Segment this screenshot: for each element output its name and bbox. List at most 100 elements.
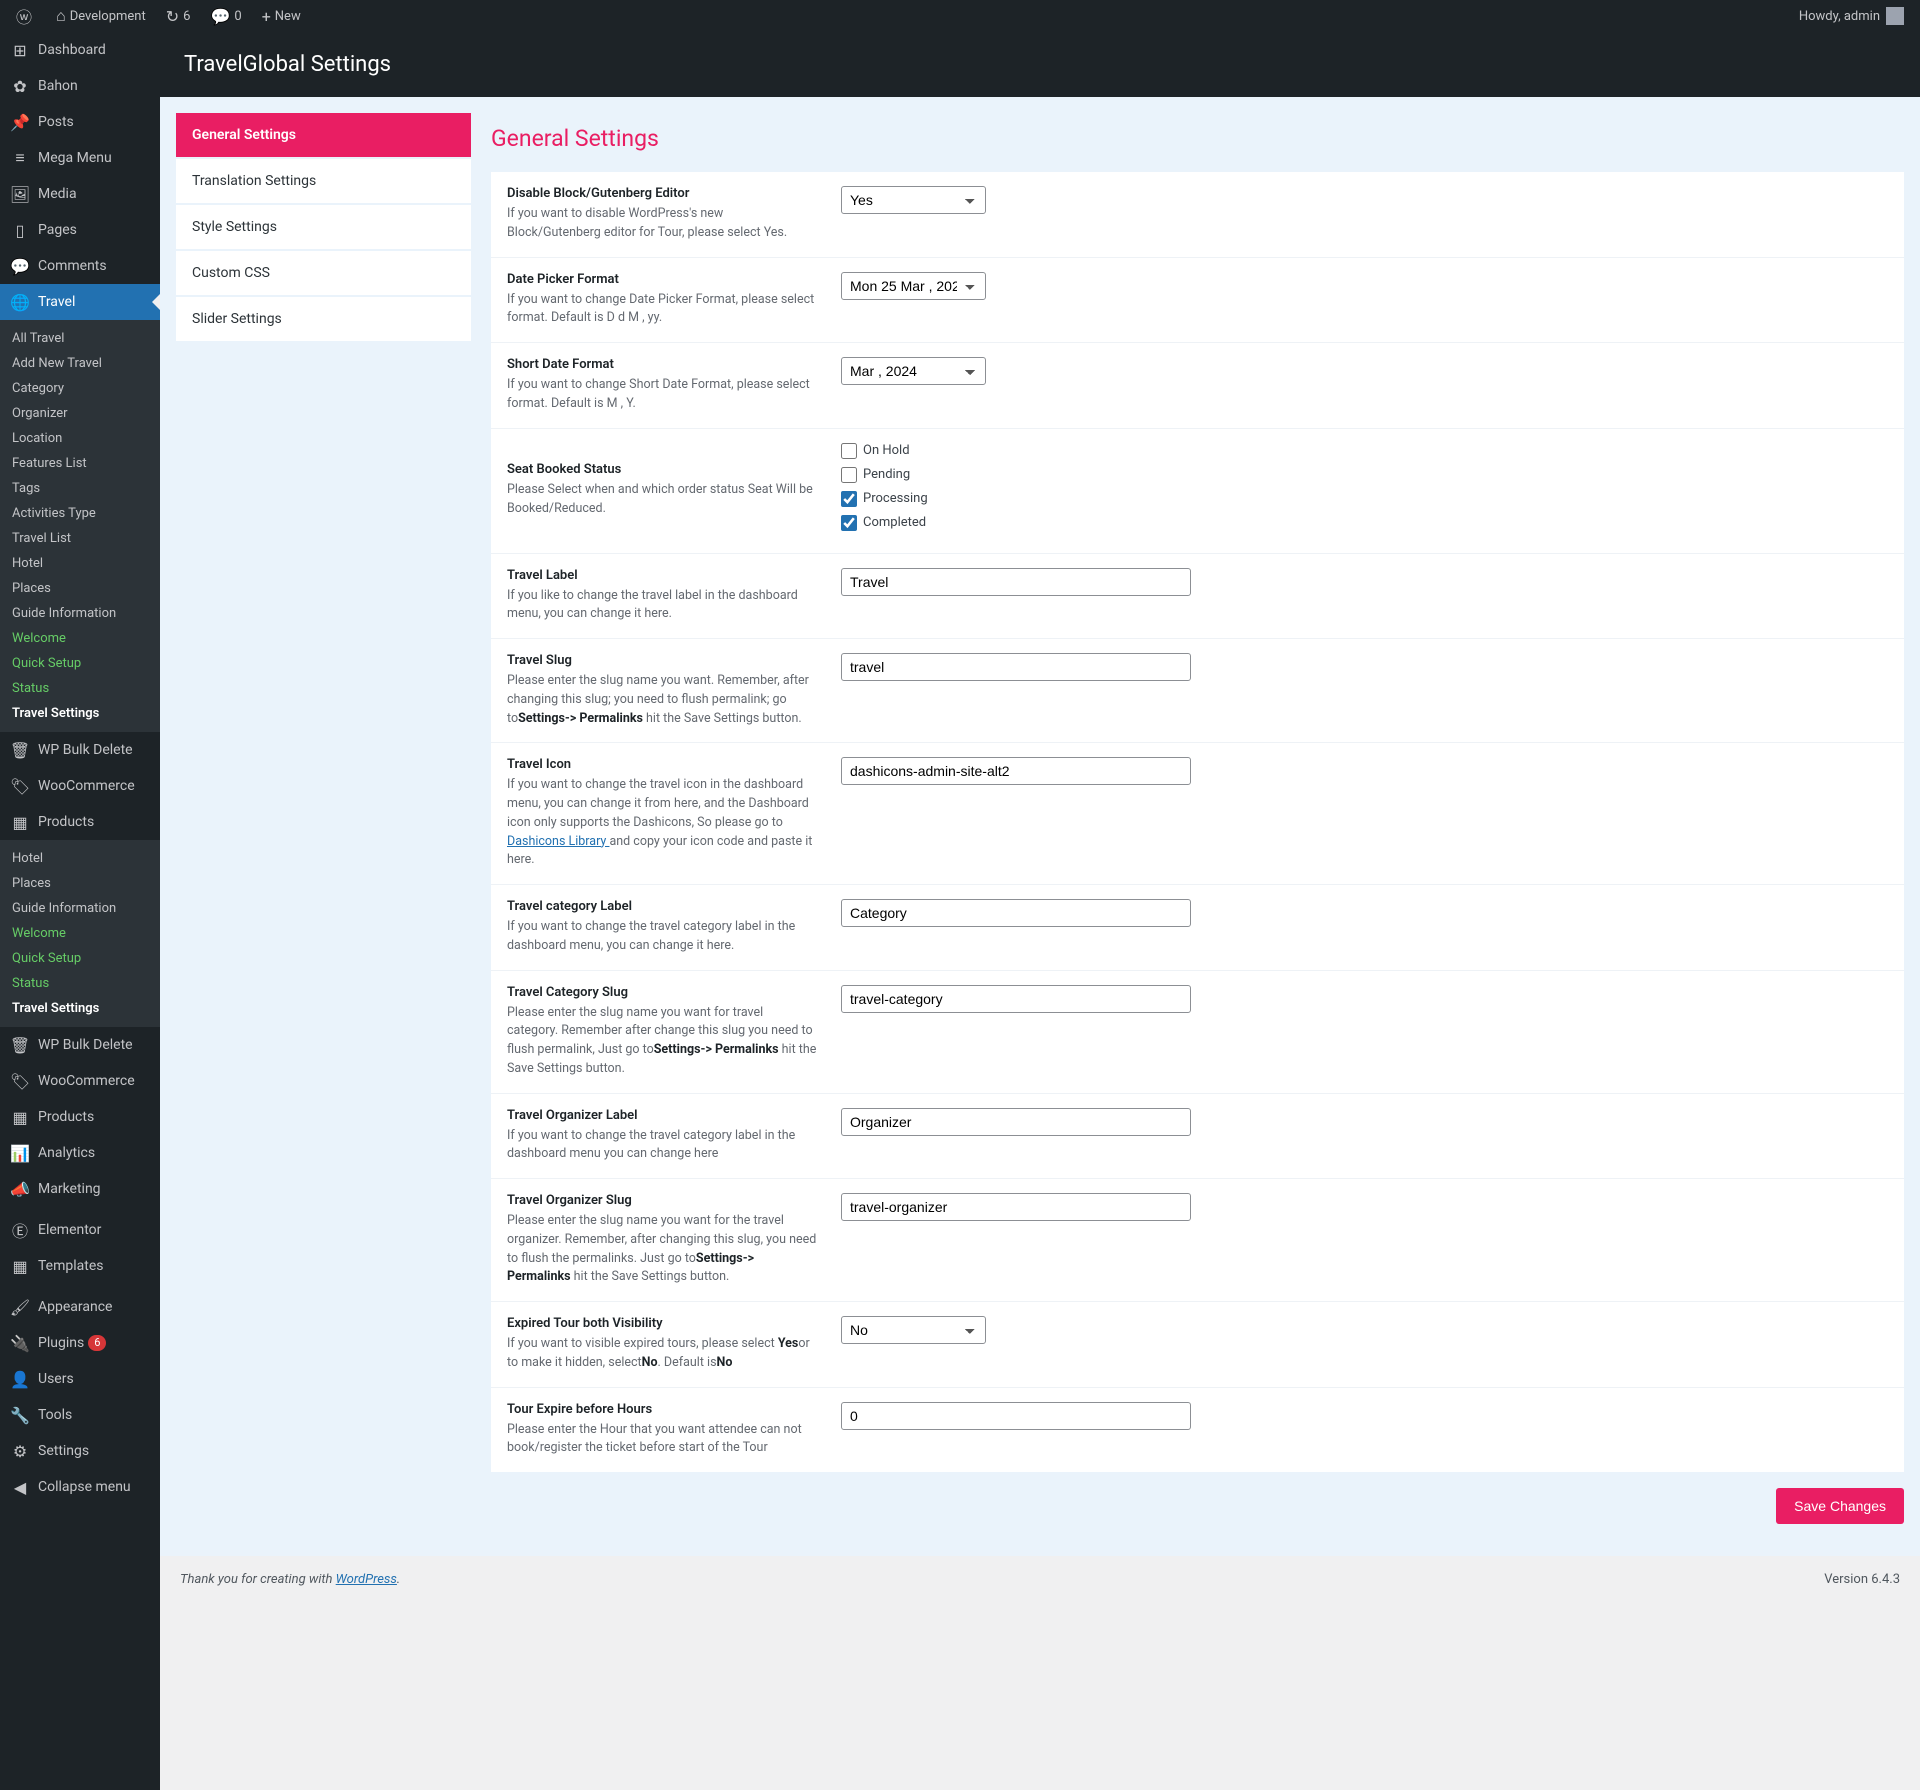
input-travel-icon[interactable] bbox=[841, 757, 1191, 785]
adminmenu-item-wp-bulk-delete[interactable]: 🗑 WP Bulk Delete bbox=[0, 732, 160, 768]
adminmenu-item-dashboard[interactable]: ⊞Dashboard bbox=[0, 32, 160, 68]
adminmenu-item-marketing[interactable]: 📣Marketing bbox=[0, 1171, 160, 1207]
woocommerce-icon: 🏷 bbox=[10, 776, 30, 796]
select-expired-tour[interactable]: No bbox=[841, 1316, 986, 1344]
submenu-item-travel-settings[interactable]: Travel Settings bbox=[0, 701, 160, 726]
submenu-item-welcome[interactable]: Welcome bbox=[0, 921, 160, 946]
adminmenu-item-bahon[interactable]: ✿Bahon bbox=[0, 68, 160, 104]
checkbox-completed[interactable] bbox=[841, 515, 857, 531]
label-travel-slug-title: Travel Slug bbox=[507, 653, 817, 668]
submenu-item-activities-type[interactable]: Activities Type bbox=[0, 501, 160, 526]
submenu-item-places[interactable]: Places bbox=[0, 576, 160, 601]
row-travel-organizer-label: Travel Organizer Label If you want to ch… bbox=[491, 1094, 1904, 1180]
select-disable-block[interactable]: Yes bbox=[841, 186, 986, 214]
adminmenu-item-products[interactable]: ▦Products bbox=[0, 804, 160, 840]
adminmenu-label: Templates bbox=[38, 1258, 104, 1274]
new-content[interactable]: +New bbox=[254, 0, 309, 32]
site-name[interactable]: ⌂Development bbox=[48, 0, 154, 32]
updates[interactable]: ↻6 bbox=[158, 0, 199, 32]
input-travel-organizer-label[interactable] bbox=[841, 1108, 1191, 1136]
settings-nav-general-settings[interactable]: General Settings bbox=[176, 113, 471, 157]
adminmenu-label: Settings bbox=[38, 1443, 89, 1459]
submenu-item-status[interactable]: Status bbox=[0, 971, 160, 996]
comments[interactable]: 💬0 bbox=[202, 0, 249, 32]
adminmenu-item-settings[interactable]: ⚙Settings bbox=[0, 1433, 160, 1469]
submenu-item-quick-setup[interactable]: Quick Setup bbox=[0, 651, 160, 676]
media-icon: 🖼 bbox=[10, 184, 30, 204]
input-travel-category-label[interactable] bbox=[841, 899, 1191, 927]
input-travel-category-slug[interactable] bbox=[841, 985, 1191, 1013]
adminmenu-label: Tools bbox=[38, 1407, 72, 1423]
wordpress-link[interactable]: WordPress bbox=[336, 1572, 397, 1587]
settings-nav-slider-settings[interactable]: Slider Settings bbox=[176, 297, 471, 341]
submenu-item-features-list[interactable]: Features List bbox=[0, 451, 160, 476]
submenu-item-hotel[interactable]: Hotel bbox=[0, 846, 160, 871]
adminmenu-item-products[interactable]: ▦Products bbox=[0, 1099, 160, 1135]
submenu-item-category[interactable]: Category bbox=[0, 376, 160, 401]
submenu-item-guide-information[interactable]: Guide Information bbox=[0, 896, 160, 921]
label-travel-label-title: Travel Label bbox=[507, 568, 817, 583]
wp-logo[interactable]: ⓦ bbox=[8, 0, 44, 32]
input-tour-expire-hours[interactable] bbox=[841, 1402, 1191, 1430]
wp-bulk-delete-icon: 🗑 bbox=[10, 740, 30, 760]
adminmenu-item-woocommerce[interactable]: 🏷WooCommerce bbox=[0, 1063, 160, 1099]
submenu-item-travel-settings[interactable]: Travel Settings bbox=[0, 996, 160, 1021]
adminmenu-item-plugins[interactable]: 🔌Plugins6 bbox=[0, 1325, 160, 1361]
adminmenu-item-posts[interactable]: 📌Posts bbox=[0, 104, 160, 140]
submenu-item-all-travel[interactable]: All Travel bbox=[0, 326, 160, 351]
dashicons-link[interactable]: Dashicons Library bbox=[507, 834, 609, 849]
elementor-icon: Ⓔ bbox=[10, 1220, 30, 1240]
settings-nav-custom-css[interactable]: Custom CSS bbox=[176, 251, 471, 295]
settings-nav-style-settings[interactable]: Style Settings bbox=[176, 205, 471, 249]
admin-menu: ⊞Dashboard✿Bahon📌Posts≡Mega Menu🖼Media▯P… bbox=[0, 32, 160, 1790]
adminmenu-item-wp-bulk-delete[interactable]: 🗑WP Bulk Delete bbox=[0, 1027, 160, 1063]
checkbox-row-completed: Completed bbox=[841, 515, 1191, 531]
submenu-item-places[interactable]: Places bbox=[0, 871, 160, 896]
submenu-item-organizer[interactable]: Organizer bbox=[0, 401, 160, 426]
submenu-travel: All TravelAdd New TravelCategoryOrganize… bbox=[0, 320, 160, 732]
adminmenu-item-mega-menu[interactable]: ≡Mega Menu bbox=[0, 140, 160, 176]
adminmenu-item-media[interactable]: 🖼Media bbox=[0, 176, 160, 212]
submenu-item-location[interactable]: Location bbox=[0, 426, 160, 451]
submenu-item-hotel[interactable]: Hotel bbox=[0, 551, 160, 576]
checkbox-pending[interactable] bbox=[841, 467, 857, 483]
adminmenu-label: WP Bulk Delete bbox=[38, 742, 133, 758]
save-button[interactable]: Save Changes bbox=[1776, 1488, 1904, 1524]
my-account[interactable]: Howdy, admin bbox=[1791, 0, 1912, 32]
row-date-picker: Date Picker Format If you want to change… bbox=[491, 258, 1904, 344]
submenu-item-guide-information[interactable]: Guide Information bbox=[0, 601, 160, 626]
woocommerce-icon: 🏷 bbox=[10, 1071, 30, 1091]
checkbox-processing[interactable] bbox=[841, 491, 857, 507]
adminmenu-label: Products bbox=[38, 1109, 94, 1125]
submenu-item-travel-list[interactable]: Travel List bbox=[0, 526, 160, 551]
marketing-icon: 📣 bbox=[10, 1179, 30, 1199]
checkbox-on-hold[interactable] bbox=[841, 443, 857, 459]
adminmenu-label: Collapse menu bbox=[38, 1479, 131, 1495]
checkbox-row-pending: Pending bbox=[841, 467, 1191, 483]
input-travel-organizer-slug[interactable] bbox=[841, 1193, 1191, 1221]
submenu-item-status[interactable]: Status bbox=[0, 676, 160, 701]
adminmenu-item-elementor[interactable]: ⒺElementor bbox=[0, 1212, 160, 1248]
input-travel-label[interactable] bbox=[841, 568, 1191, 596]
submenu-item-tags[interactable]: Tags bbox=[0, 476, 160, 501]
adminmenu-item-travel[interactable]: 🌐Travel bbox=[0, 284, 160, 320]
adminmenu-item-users[interactable]: 👤Users bbox=[0, 1361, 160, 1397]
row-travel-category-slug: Travel Category Slug Please enter the sl… bbox=[491, 971, 1904, 1094]
adminmenu-item-pages[interactable]: ▯Pages bbox=[0, 212, 160, 248]
adminmenu-item-appearance[interactable]: 🖌Appearance bbox=[0, 1289, 160, 1325]
select-date-picker[interactable]: Mon 25 Mar , 2024 bbox=[841, 272, 986, 300]
admin-bar: ⓦ ⌂Development ↻6 💬0 +New Howdy, admin bbox=[0, 0, 1920, 32]
adminmenu-item-woocommerce[interactable]: 🏷WooCommerce bbox=[0, 768, 160, 804]
comments-icon: 💬 bbox=[10, 256, 30, 276]
submenu-item-quick-setup[interactable]: Quick Setup bbox=[0, 946, 160, 971]
submenu-item-welcome[interactable]: Welcome bbox=[0, 626, 160, 651]
submenu-item-add-new-travel[interactable]: Add New Travel bbox=[0, 351, 160, 376]
adminmenu-item-comments[interactable]: 💬Comments bbox=[0, 248, 160, 284]
adminmenu-item-collapse-menu[interactable]: ◀Collapse menu bbox=[0, 1469, 160, 1505]
adminmenu-item-analytics[interactable]: 📊Analytics bbox=[0, 1135, 160, 1171]
adminmenu-item-templates[interactable]: ▦Templates bbox=[0, 1248, 160, 1284]
settings-nav-translation-settings[interactable]: Translation Settings bbox=[176, 159, 471, 203]
adminmenu-item-tools[interactable]: 🔧Tools bbox=[0, 1397, 160, 1433]
select-short-date[interactable]: Mar , 2024 bbox=[841, 357, 986, 385]
input-travel-slug[interactable] bbox=[841, 653, 1191, 681]
